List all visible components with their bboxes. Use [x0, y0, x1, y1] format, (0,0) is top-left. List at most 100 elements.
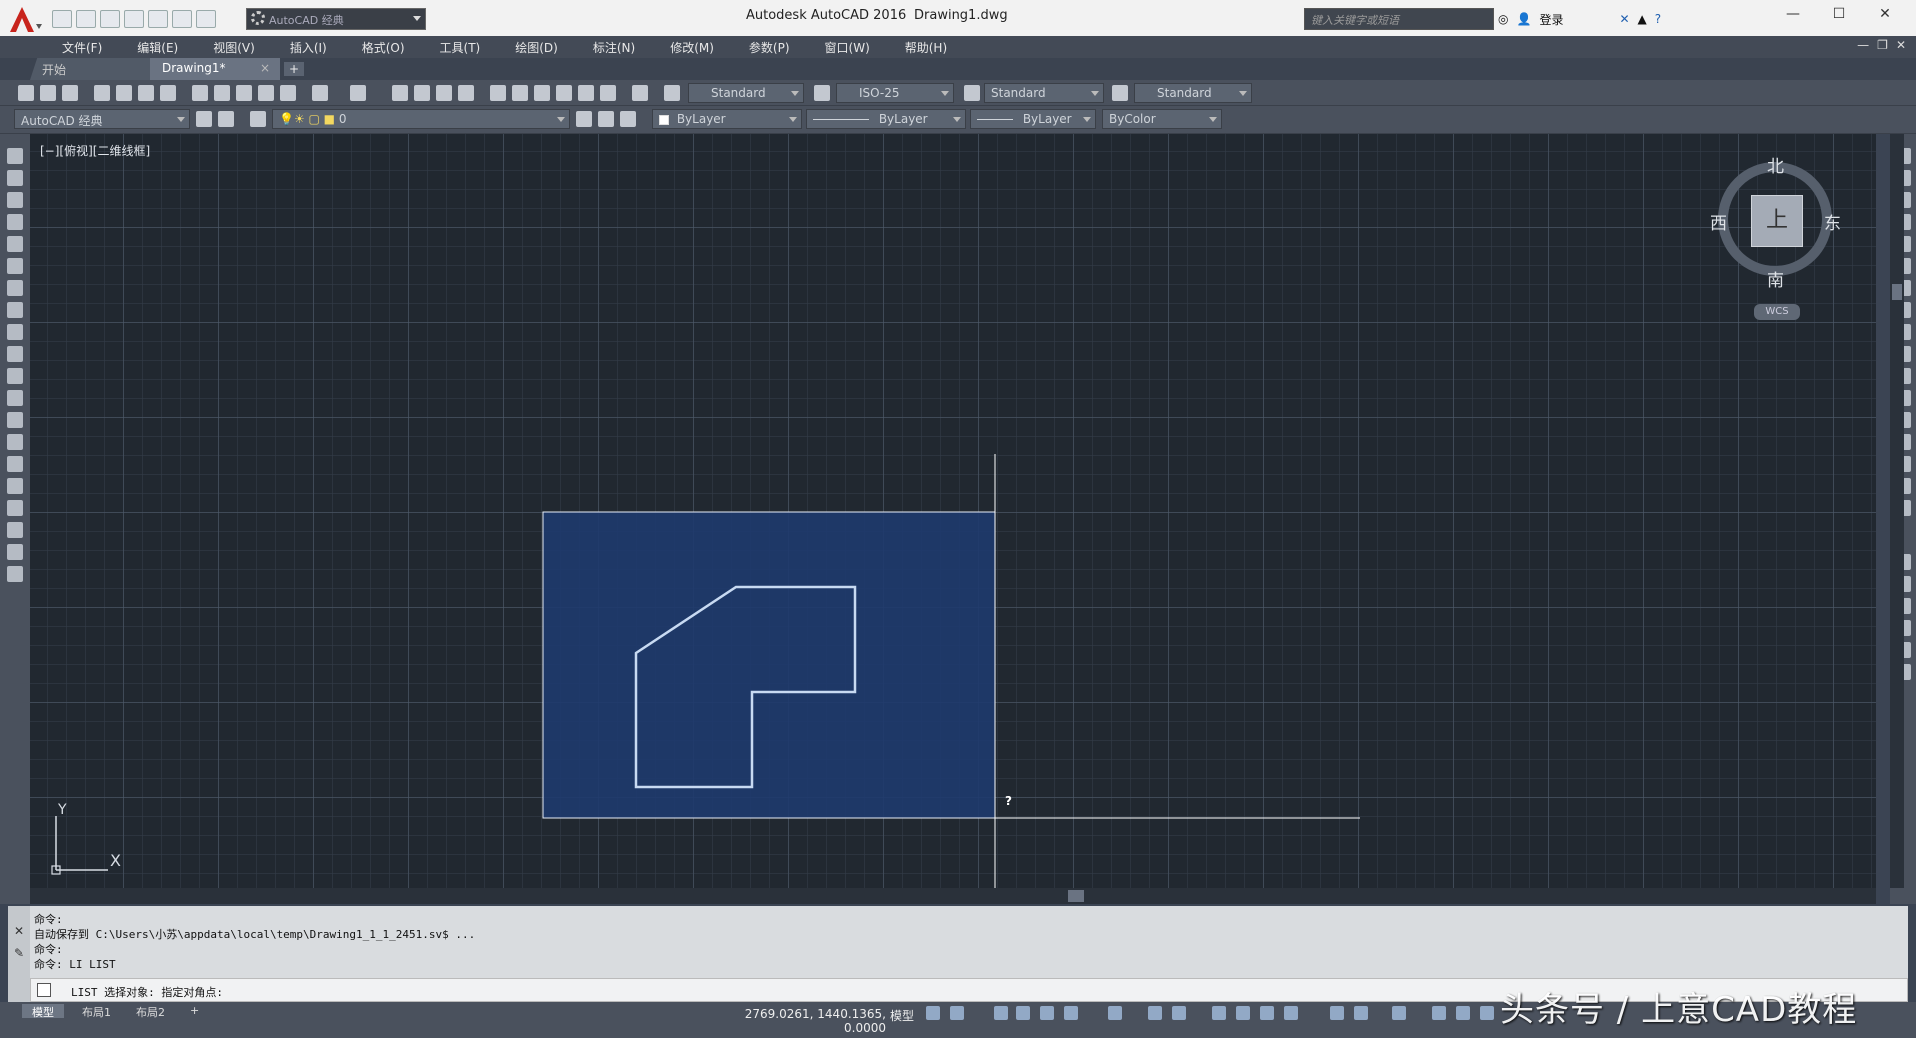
redo-icon[interactable] [172, 10, 192, 28]
menu-file[interactable]: 文件(F) [60, 36, 114, 58]
login-link[interactable]: 登录 [1539, 11, 1563, 28]
workspace-switch-dropdown[interactable]: AutoCAD 经典 [14, 109, 190, 129]
layer-properties-icon[interactable] [250, 111, 266, 127]
block-editor-icon[interactable] [280, 85, 296, 101]
vertical-scrollbar[interactable] [1890, 134, 1904, 888]
table-style-icon[interactable] [964, 85, 980, 101]
region-icon[interactable] [7, 500, 23, 516]
line-icon[interactable] [7, 148, 23, 164]
doc-minimize-icon[interactable]: — [1857, 38, 1869, 58]
isometric-icon[interactable] [1108, 1006, 1122, 1020]
auto-scale-icon[interactable] [1456, 1006, 1470, 1020]
hatch-icon[interactable] [7, 456, 23, 472]
plot-icon[interactable] [124, 10, 144, 28]
wcs-menu[interactable]: WCS [1754, 304, 1800, 320]
mtext-icon[interactable] [7, 544, 23, 560]
workspace-settings-icon[interactable] [196, 111, 212, 127]
selection-cycling-icon[interactable] [1260, 1006, 1274, 1020]
menu-help[interactable]: 帮助(H) [903, 36, 959, 58]
ortho-icon[interactable] [1040, 1006, 1054, 1020]
help-icon[interactable] [632, 85, 648, 101]
layout-tab-layout2[interactable]: 布局2 [126, 1004, 175, 1019]
properties-icon[interactable] [490, 85, 506, 101]
binoculars-icon[interactable]: ◎ [1498, 12, 1508, 26]
table-style-dropdown[interactable]: Standard [984, 83, 1104, 103]
workspace-dropdown[interactable]: AutoCAD 经典 [246, 8, 426, 30]
point-icon[interactable] [7, 434, 23, 450]
tab-close-icon[interactable]: × [260, 61, 270, 75]
text-style-icon[interactable] [664, 85, 680, 101]
copy-icon[interactable] [214, 85, 230, 101]
save-as-icon[interactable] [100, 10, 120, 28]
share-icon[interactable] [196, 10, 216, 28]
gizmo-icon[interactable] [1392, 1006, 1406, 1020]
polygon-icon[interactable] [7, 214, 23, 230]
autocad-logo-icon[interactable] [6, 4, 44, 34]
menu-edit[interactable]: 编辑(E) [135, 36, 190, 58]
drawing-canvas[interactable]: [−][俯视][二维线框] ? [30, 134, 1876, 888]
construction-line-icon[interactable] [7, 170, 23, 186]
match-properties-icon[interactable] [258, 85, 274, 101]
open-icon[interactable] [52, 10, 72, 28]
sheet-set-icon[interactable] [556, 85, 572, 101]
doc-restore-icon[interactable]: ❐ [1877, 38, 1888, 58]
save-icon[interactable] [76, 10, 96, 28]
menu-draw[interactable]: 绘图(D) [513, 36, 570, 58]
new-tab-button[interactable]: + [284, 62, 304, 76]
transparency-icon[interactable] [1236, 1006, 1250, 1020]
layer-dropdown[interactable]: 💡☀ ▢ ■ 0 [272, 109, 570, 129]
redo-icon[interactable] [350, 85, 366, 101]
lineweight-icon[interactable] [1212, 1006, 1226, 1020]
menu-modify[interactable]: 修改(M) [668, 36, 726, 58]
open-icon[interactable] [40, 85, 56, 101]
layout-tab-layout1[interactable]: 布局1 [72, 1004, 121, 1019]
coordinate-readout[interactable]: 2769.0261, 1440.1365, 0.0000 [706, 1002, 886, 1035]
make-block-icon[interactable] [7, 412, 23, 428]
markup-icon[interactable] [578, 85, 594, 101]
dim-style-dropdown[interactable]: ISO-25 [836, 83, 954, 103]
add-layout-button[interactable]: + [180, 1004, 209, 1018]
lineweight-dropdown[interactable]: ByLayer [970, 109, 1096, 129]
viewcube[interactable]: 上 北 南 东 西 WCS [1710, 150, 1844, 330]
dynamic-input-icon[interactable] [1016, 1006, 1030, 1020]
undo-icon[interactable] [148, 10, 168, 28]
close-icon[interactable]: ✕ [8, 920, 30, 942]
gradient-icon[interactable] [7, 478, 23, 494]
cut-icon[interactable] [192, 85, 208, 101]
menu-dimension[interactable]: 标注(N) [591, 36, 647, 58]
spline-icon[interactable] [7, 324, 23, 340]
publish-icon[interactable] [138, 85, 154, 101]
3d-print-icon[interactable] [160, 85, 176, 101]
paste-icon[interactable] [236, 85, 252, 101]
selection-filter-icon[interactable] [1354, 1006, 1368, 1020]
table-icon[interactable] [7, 522, 23, 538]
ellipse-arc-icon[interactable] [7, 368, 23, 384]
menu-parametric[interactable]: 参数(P) [747, 36, 802, 58]
tab-start[interactable]: 开始 [30, 58, 150, 80]
zoom-window-icon[interactable] [436, 85, 452, 101]
dynamic-ucs-icon[interactable] [1330, 1006, 1344, 1020]
zoom-previous-icon[interactable] [458, 85, 474, 101]
grid-icon[interactable] [926, 1006, 940, 1020]
calculator-icon[interactable] [600, 85, 616, 101]
menu-tools[interactable]: 工具(T) [438, 36, 493, 58]
polyline-icon[interactable] [7, 192, 23, 208]
maximize-icon[interactable]: ☐ [1824, 6, 1854, 22]
rectangle-icon[interactable] [7, 236, 23, 252]
revision-cloud-icon[interactable] [7, 302, 23, 318]
dim-style-icon[interactable] [814, 85, 830, 101]
viewcube-top-face[interactable]: 上 [1751, 195, 1803, 247]
wrench-icon[interactable]: ✎ [8, 942, 30, 964]
command-prompt-icon[interactable] [37, 983, 51, 997]
zoom-realtime-icon[interactable] [414, 85, 430, 101]
menu-insert[interactable]: 插入(I) [288, 36, 339, 58]
text-style-dropdown[interactable]: Standard [688, 83, 804, 103]
color-dropdown[interactable]: ByLayer [652, 109, 802, 129]
horizontal-scroll-thumb[interactable] [1068, 890, 1084, 902]
layer-previous-icon[interactable] [598, 111, 614, 127]
customize-icon[interactable] [218, 111, 234, 127]
model-space-toggle[interactable]: 模型 [890, 1007, 914, 1024]
menu-window[interactable]: 窗口(W) [823, 36, 882, 58]
menu-format[interactable]: 格式(O) [360, 36, 417, 58]
arc-icon[interactable] [7, 258, 23, 274]
